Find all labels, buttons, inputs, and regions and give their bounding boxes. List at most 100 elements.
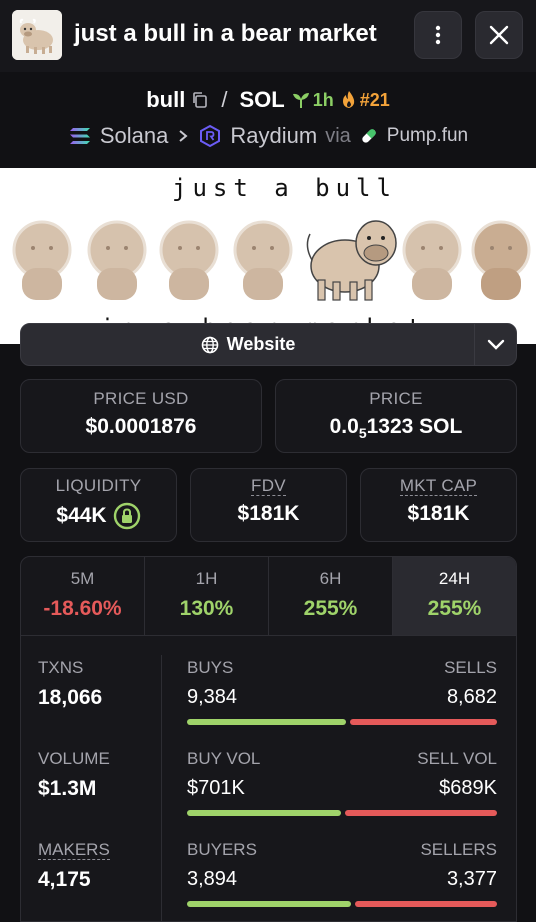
banner-illustration: just a bull bbox=[12, 174, 531, 342]
column-divider bbox=[161, 655, 162, 921]
rank-badge[interactable]: #21 bbox=[340, 90, 390, 111]
buys-sells-split: BUYS SELLS 9,384 8,682 bbox=[187, 658, 497, 725]
website-dropdown-button[interactable] bbox=[474, 324, 516, 365]
buys-value: 9,384 bbox=[187, 686, 238, 708]
mkt-cap-label[interactable]: MKT CAP bbox=[399, 476, 478, 496]
buys-bar bbox=[187, 719, 346, 725]
chain-row: Solana Raydium via Pump.fun bbox=[0, 120, 536, 152]
tab-label: 1H bbox=[195, 569, 218, 588]
quote-symbol: SOL bbox=[239, 87, 285, 112]
liquidity-value: $44K bbox=[56, 504, 107, 527]
volume-metric: VOLUME $1.3M bbox=[38, 749, 110, 801]
sell-vol-label: SELL VOL bbox=[417, 749, 497, 768]
token-avatar bbox=[12, 10, 62, 60]
flame-icon bbox=[342, 91, 354, 108]
age-value: 1h bbox=[312, 89, 334, 110]
price-native-zero-count: 5 bbox=[358, 425, 367, 442]
tab-5m[interactable]: 5M -18.60% bbox=[21, 557, 145, 635]
makers-label[interactable]: MAKERS bbox=[38, 840, 110, 860]
pill-icon bbox=[362, 129, 376, 143]
sellers-value: 3,377 bbox=[446, 868, 497, 890]
lock-icon[interactable] bbox=[113, 502, 141, 530]
price-native-prefix: 0.0 bbox=[329, 415, 359, 438]
price-usd-box: PRICE USD $0.0001876 bbox=[20, 379, 262, 453]
chevron-down-icon bbox=[487, 339, 504, 350]
more-options-button[interactable] bbox=[414, 11, 462, 59]
bull-figure bbox=[306, 210, 397, 301]
buys-label: BUYS bbox=[187, 658, 234, 677]
fdv-value: $181K bbox=[237, 502, 300, 525]
liquidity-label: LIQUIDITY bbox=[55, 476, 142, 495]
tab-change-value: 255% bbox=[303, 597, 358, 620]
more-vertical-icon bbox=[435, 25, 441, 45]
copy-icon[interactable] bbox=[191, 91, 209, 109]
chevron-right-icon bbox=[179, 130, 188, 142]
tab-label: 6H bbox=[319, 569, 342, 588]
price-native-suffix: 1323 SOL bbox=[366, 415, 463, 438]
via-label: via bbox=[325, 124, 351, 147]
token-title: just a bull in a bear market bbox=[74, 20, 377, 47]
makers-metric: MAKERS 4,175 bbox=[38, 840, 110, 892]
timeframe-tabs: 5M -18.60% 1H 130% 6H 255% 24H 255% bbox=[21, 557, 516, 636]
raydium-icon bbox=[200, 124, 221, 148]
buy-sell-volume-split: BUY VOL SELL VOL $701K $689K bbox=[187, 749, 497, 816]
sells-value: 8,682 bbox=[446, 686, 497, 708]
close-button[interactable] bbox=[475, 11, 523, 59]
txns-metric: TXNS 18,066 bbox=[38, 658, 102, 710]
mkt-cap-value: $181K bbox=[407, 502, 470, 525]
price-usd-label: PRICE USD bbox=[93, 389, 189, 408]
tab-6h[interactable]: 6H 255% bbox=[269, 557, 393, 635]
tab-change-value: 130% bbox=[179, 597, 234, 620]
timeframe-panel: 5M -18.60% 1H 130% 6H 255% 24H 255% TXNS… bbox=[20, 556, 517, 922]
sell-vol-value: $689K bbox=[439, 777, 497, 799]
sprout-icon bbox=[292, 93, 309, 108]
buyers-value: 3,894 bbox=[187, 868, 238, 890]
globe-icon bbox=[201, 336, 218, 353]
buy-vol-value: $701K bbox=[187, 777, 245, 799]
dex-name[interactable]: Raydium bbox=[230, 123, 317, 149]
makers-value: 4,175 bbox=[38, 868, 91, 891]
buyers-bar bbox=[187, 901, 351, 907]
bull-logo-icon bbox=[12, 10, 62, 60]
launchpad-name[interactable]: Pump.fun bbox=[387, 125, 468, 147]
buy-sell-volume-bar bbox=[187, 810, 497, 816]
price-native-value: 0.051323 SOL bbox=[276, 415, 516, 441]
sell-vol-bar bbox=[345, 810, 497, 816]
buyers-sellers-bar bbox=[187, 901, 497, 907]
price-native-label: PRICE bbox=[369, 389, 423, 408]
tab-label: 24H bbox=[438, 569, 471, 588]
website-bar: Website bbox=[20, 323, 517, 366]
token-banner: just a bull bbox=[0, 168, 536, 344]
fdv-box: FDV $181K bbox=[190, 468, 347, 542]
mkt-cap-box: MKT CAP $181K bbox=[360, 468, 517, 542]
tab-change-value: -18.60% bbox=[43, 597, 122, 620]
fdv-label[interactable]: FDV bbox=[251, 476, 286, 496]
age-badge: 1h bbox=[291, 90, 334, 111]
sellers-label: SELLERS bbox=[420, 840, 497, 859]
pair-row: bull / SOL 1h #21 bbox=[0, 84, 536, 116]
base-symbol: bull bbox=[146, 87, 186, 112]
rank-value: #21 bbox=[359, 89, 390, 110]
sells-bar bbox=[350, 719, 497, 725]
buy-vol-label: BUY VOL bbox=[187, 749, 261, 768]
buy-vol-bar bbox=[187, 810, 341, 816]
website-button[interactable]: Website bbox=[21, 324, 475, 365]
banner-line1: just a bull bbox=[172, 174, 397, 202]
header-bar: just a bull in a bear market bbox=[0, 0, 536, 72]
bear-figures bbox=[12, 220, 531, 300]
tab-24h[interactable]: 24H 255% bbox=[393, 557, 516, 635]
tab-1h[interactable]: 1H 130% bbox=[145, 557, 269, 635]
volume-label: VOLUME bbox=[38, 749, 110, 768]
sellers-bar bbox=[355, 901, 497, 907]
txns-label: TXNS bbox=[38, 658, 84, 677]
website-label: Website bbox=[226, 334, 296, 354]
tab-change-value: 255% bbox=[427, 597, 482, 620]
buyers-label: BUYERS bbox=[187, 840, 257, 859]
sells-label: SELLS bbox=[444, 658, 497, 677]
txns-value: 18,066 bbox=[38, 686, 103, 709]
price-native-box: PRICE 0.051323 SOL bbox=[275, 379, 517, 453]
price-usd-value: $0.0001876 bbox=[85, 415, 197, 438]
chain-name[interactable]: Solana bbox=[100, 123, 169, 149]
buyers-sellers-split: BUYERS SELLERS 3,894 3,377 bbox=[187, 840, 497, 907]
volume-value: $1.3M bbox=[38, 777, 97, 800]
